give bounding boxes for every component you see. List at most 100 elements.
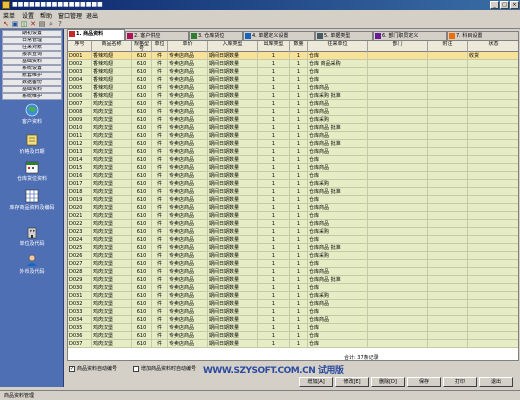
column-header[interactable]: 状态: [468, 41, 518, 52]
sidebar-item[interactable]: 往来对账: [2, 44, 62, 51]
table-row[interactable]: D013 鸡肉汉堡 610 件专卖店商品 期间日期数量 1 1 仓库商品: [68, 148, 518, 156]
table-row[interactable]: D024 鸡肉汉堡 610 件专卖店商品 期间日期数量 1 1 仓库: [68, 236, 518, 244]
sidebar-shortcut[interactable]: 仓库货位资料: [0, 160, 64, 182]
table-row[interactable]: D017 鸡肉汉堡 610 件专卖店商品 期间日期数量 1 1 仓库采购: [68, 180, 518, 188]
table-row[interactable]: D006 香辣鸡翅 610 件专卖店商品 期间日期数量 1 1 仓库采购 批准: [68, 92, 518, 100]
table-row[interactable]: D027 鸡肉汉堡 610 件专卖店商品 期间日期数量 1 1 仓库: [68, 260, 518, 268]
close-button[interactable]: ×: [510, 1, 519, 9]
sidebar-shortcut[interactable]: 单位及代码: [0, 225, 64, 247]
table-row[interactable]: D029 鸡肉汉堡 610 件专卖店商品 期间日期数量 1 1 仓库商品 批准: [68, 276, 518, 284]
tab-departments[interactable]: 6. 部门职员定义: [373, 31, 447, 40]
table-row[interactable]: D030 鸡肉汉堡 610 件专卖店商品 期间日期数量 1 1 仓库: [68, 284, 518, 292]
table-cell: 鸡肉汉堡: [92, 172, 132, 180]
table-row[interactable]: D021 鸡肉汉堡 610 件专卖店商品 期间日期数量 1 1 仓库: [68, 212, 518, 220]
column-header[interactable]: 规格型号: [132, 41, 152, 52]
table-row[interactable]: D034 鸡肉汉堡 610 件专卖店商品 期间日期数量 1 1 仓库商品: [68, 316, 518, 324]
sidebar-item[interactable]: 系统维护: [2, 93, 62, 100]
maximize-button[interactable]: □: [500, 1, 509, 9]
table-row[interactable]: D008 鸡肉汉堡 610 件专卖店商品 期间日期数量 1 1 仓库商品: [68, 108, 518, 116]
column-header[interactable]: 序号: [68, 41, 92, 52]
table-cell: 610: [132, 196, 152, 204]
table-row[interactable]: D025 鸡肉汉堡 610 件专卖店商品 期间日期数量 1 1 仓库商品 批准: [68, 244, 518, 252]
table-row[interactable]: D009 鸡肉汉堡 610 件专卖店商品 期间日期数量 1 1 仓库采购: [68, 116, 518, 124]
sidebar-item[interactable]: 基础资料: [2, 86, 62, 93]
table-row[interactable]: D011 鸡肉汉堡 610 件专卖店商品 期间日期数量 1 1 仓库商品: [68, 132, 518, 140]
table-row[interactable]: D022 鸡肉汉堡 610 件专卖店商品 期间日期数量 1 1 仓库商品: [68, 220, 518, 228]
column-header[interactable]: 附注: [428, 41, 468, 52]
sidebar-item[interactable]: 账套维护: [2, 72, 62, 79]
sidebar-item[interactable]: 系统设置: [2, 65, 62, 72]
auto-number-checkbox[interactable]: ✓ 商品资料自动编号: [69, 365, 117, 372]
table-row[interactable]: D014 鸡肉汉堡 610 件专卖店商品 期间日期数量 1 1 仓库: [68, 156, 518, 164]
table-row[interactable]: D037 鸡肉汉堡 610 件专卖店商品 期间日期数量 1 1 仓库: [68, 340, 518, 348]
new-icon[interactable]: ↖: [2, 20, 10, 28]
column-header[interactable]: 单价: [168, 41, 208, 52]
table-row[interactable]: D032 鸡肉汉堡 610 件专卖店商品 期间日期数量 1 1 仓库商品: [68, 300, 518, 308]
sidebar-shortcut-label: 单位及代码: [19, 241, 45, 247]
delete-button[interactable]: 删除[D]: [371, 377, 405, 387]
column-header[interactable]: 入库类型: [208, 41, 258, 52]
table-row[interactable]: D019 鸡肉汉堡 610 件专卖店商品 期间日期数量 1 1 仓库: [68, 196, 518, 204]
table-row[interactable]: D028 鸡肉汉堡 610 件专卖店商品 期间日期数量 1 1 仓库商品: [68, 268, 518, 276]
minimize-button[interactable]: _: [490, 1, 499, 9]
sidebar-item[interactable]: 期初设置: [2, 30, 62, 37]
sidebar-item[interactable]: 报表查询: [2, 51, 62, 58]
print-icon[interactable]: ▤: [38, 20, 46, 28]
sidebar-item[interactable]: 日常管理: [2, 37, 62, 44]
table-row[interactable]: D026 鸡肉汉堡 610 件专卖店商品 期间日期数量 1 1 仓库采购: [68, 252, 518, 260]
tab-strip: 1. 商品资料 2. 客户供应 3. 仓库货位 4. 单据定义设置 5. 单据类…: [67, 29, 519, 40]
table-row[interactable]: D001 香辣鸡翅 610 件专卖店商品 期间日期数量 1 1 仓库 收货: [68, 52, 518, 60]
tab-products[interactable]: 1. 商品资料: [67, 29, 125, 40]
save-button[interactable]: 保存: [407, 377, 441, 387]
column-header[interactable]: 出库类型: [258, 41, 290, 52]
tab-documents[interactable]: 4. 单据定义设置: [243, 31, 315, 40]
table-row[interactable]: D023 鸡肉汉堡 610 件专卖店商品 期间日期数量 1 1 仓库采购: [68, 228, 518, 236]
edit-button[interactable]: 修改[E]: [335, 377, 369, 387]
tab-accounts[interactable]: 7. 科目设置: [447, 31, 519, 40]
table-row[interactable]: D031 鸡肉汉堡 610 件专卖店商品 期间日期数量 1 1 仓库采购: [68, 292, 518, 300]
table-row[interactable]: D033 鸡肉汉堡 610 件专卖店商品 期间日期数量 1 1 仓库: [68, 308, 518, 316]
table-row[interactable]: D036 鸡肉汉堡 610 件专卖店商品 期间日期数量 1 1 仓库: [68, 332, 518, 340]
open-icon[interactable]: ▣: [11, 20, 19, 28]
sidebar-shortcut[interactable]: 价格及日期: [0, 133, 64, 155]
tab-icon: [191, 33, 197, 39]
table-row[interactable]: D003 香辣鸡翅 610 件专卖店商品 期间日期数量 1 1 仓库: [68, 68, 518, 76]
table-cell: 专卖店商品: [168, 276, 208, 284]
column-header[interactable]: 往来单位: [308, 41, 368, 52]
table-row[interactable]: D015 鸡肉汉堡 610 件专卖店商品 期间日期数量 1 1 仓库商品: [68, 164, 518, 172]
table-row[interactable]: D018 鸡肉汉堡 610 件专卖店商品 期间日期数量 1 1 仓库商品 批准: [68, 188, 518, 196]
delete-icon[interactable]: ✕: [29, 20, 37, 28]
print-button[interactable]: 打印: [443, 377, 477, 387]
table-row[interactable]: D005 香辣鸡翅 610 件专卖店商品 期间日期数量 1 1 仓库商品: [68, 84, 518, 92]
tab-customers[interactable]: 2. 客户供应: [125, 31, 189, 40]
tab-warehouses[interactable]: 3. 仓库货位: [189, 31, 243, 40]
column-header[interactable]: 数量: [290, 41, 308, 52]
add-auto-number-checkbox[interactable]: 增加商品资料时自动编号: [133, 365, 196, 372]
tab-doc-types[interactable]: 5. 单据类型: [315, 31, 373, 40]
table-cell: [468, 316, 518, 324]
table-cell: 专卖店商品: [168, 116, 208, 124]
help-icon[interactable]: ?: [56, 20, 64, 28]
column-header[interactable]: 商品名称: [92, 41, 132, 52]
add-button[interactable]: 增加[A]: [299, 377, 333, 387]
table-row[interactable]: D010 鸡肉汉堡 610 件专卖店商品 期间日期数量 1 1 仓库商品 批准: [68, 124, 518, 132]
save-icon[interactable]: ◫: [20, 20, 28, 28]
column-header[interactable]: 单位: [152, 41, 168, 52]
table-row[interactable]: D016 鸡肉汉堡 610 件专卖店商品 期间日期数量 1 1 仓库: [68, 172, 518, 180]
sidebar-shortcut[interactable]: 外币及代码: [0, 253, 64, 275]
table-cell: 610: [132, 316, 152, 324]
search-icon[interactable]: ⌕: [47, 20, 55, 28]
sidebar-shortcut[interactable]: 库存商品资料及编码: [0, 189, 64, 211]
column-header[interactable]: 部门: [368, 41, 428, 52]
table-row[interactable]: D007 鸡肉汉堡 610 件专卖店商品 期间日期数量 1 1 仓库商品: [68, 100, 518, 108]
table-cell: 1: [290, 60, 308, 68]
table-row[interactable]: D002 香辣鸡翅 610 件专卖店商品 期间日期数量 1 1 仓库 商品采购: [68, 60, 518, 68]
table-row[interactable]: D012 鸡肉汉堡 610 件专卖店商品 期间日期数量 1 1 仓库商品 批准: [68, 140, 518, 148]
sidebar-shortcut[interactable]: 客户资料: [0, 103, 64, 125]
exit-button[interactable]: 退出: [479, 377, 513, 387]
table-row[interactable]: D035 鸡肉汉堡 610 件专卖店商品 期间日期数量 1 1 仓库: [68, 324, 518, 332]
table-row[interactable]: D020 鸡肉汉堡 610 件专卖店商品 期间日期数量 1 1 仓库商品: [68, 204, 518, 212]
table-row[interactable]: D004 香辣鸡翅 610 件专卖店商品 期间日期数量 1 1 仓库: [68, 76, 518, 84]
sidebar-item[interactable]: 数据备份: [2, 79, 62, 86]
sidebar-item[interactable]: 基础资料: [2, 58, 62, 65]
